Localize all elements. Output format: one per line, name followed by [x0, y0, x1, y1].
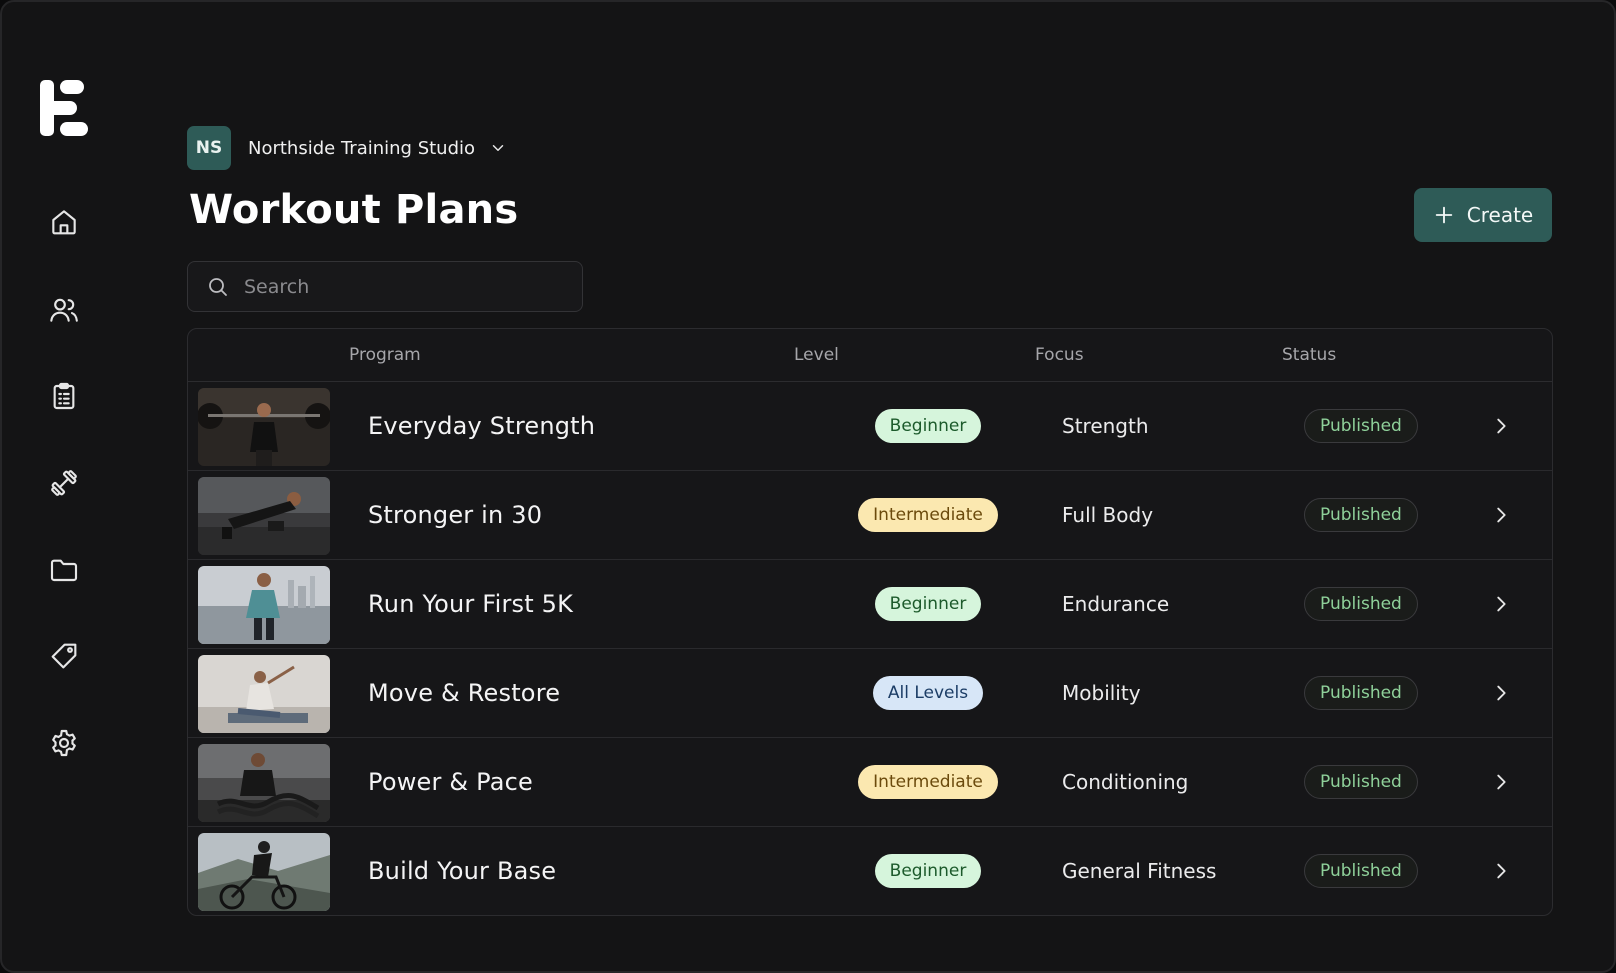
sidebar-item-clients[interactable] [42, 288, 86, 332]
program-name: Power & Pace [368, 768, 533, 796]
program-thumbnail [198, 388, 330, 466]
sidebar-item-exercises[interactable] [42, 461, 86, 505]
status-badge: Published [1304, 587, 1418, 621]
status-badge: Published [1304, 676, 1418, 710]
chevron-right-icon[interactable] [1490, 860, 1512, 882]
table-row[interactable]: Build Your Base Beginner General Fitness… [188, 827, 1552, 915]
search-icon [209, 277, 227, 296]
level-cell: Intermediate [858, 498, 998, 532]
sidebar-item-home[interactable] [42, 200, 86, 244]
program-name: Move & Restore [368, 679, 561, 707]
program-thumbnail [198, 744, 330, 822]
status-badge: Published [1304, 765, 1418, 799]
workspace-avatar: NS [187, 126, 231, 170]
program-name: Run Your First 5K [368, 590, 574, 618]
app-logo[interactable] [40, 80, 88, 136]
sidebar [2, 2, 132, 971]
sidebar-item-settings[interactable] [42, 721, 86, 765]
program-name: Build Your Base [368, 857, 557, 885]
search-box[interactable] [187, 261, 583, 312]
home-icon [52, 210, 76, 235]
chevron-right-icon[interactable] [1490, 682, 1512, 704]
level-badge: Beginner [874, 409, 982, 443]
level-cell: Beginner [858, 587, 998, 621]
status-badge: Published [1304, 409, 1418, 443]
chevron-right-icon[interactable] [1490, 771, 1512, 793]
dumbbell-icon [51, 470, 77, 496]
logo-mark [40, 80, 88, 136]
level-badge: Intermediate [858, 765, 998, 799]
level-badge: Beginner [874, 587, 982, 621]
table-row[interactable]: Power & Pace Intermediate Conditioning P… [188, 738, 1552, 827]
folder-icon [50, 559, 78, 582]
chevron-right-icon[interactable] [1490, 415, 1512, 437]
level-cell: Intermediate [858, 765, 998, 799]
table-row[interactable]: Everyday Strength Beginner Strength Publ… [188, 382, 1552, 471]
workspace-switcher[interactable]: NS Northside Training Studio [187, 126, 507, 170]
focus-text: Strength [1062, 414, 1149, 438]
column-header-status[interactable]: Status [1282, 345, 1336, 365]
program-name: Everyday Strength [368, 412, 596, 440]
column-header-level[interactable]: Level [794, 345, 839, 365]
table-header: Program Level Focus Status [188, 329, 1552, 382]
chevron-right-icon[interactable] [1490, 504, 1512, 526]
table-row[interactable]: Move & Restore All Levels Mobility Publi… [188, 649, 1552, 738]
table-row[interactable]: Stronger in 30 Intermediate Full Body Pu… [188, 471, 1552, 560]
search-input[interactable] [242, 274, 562, 299]
focus-text: Full Body [1062, 503, 1154, 527]
level-badge: Intermediate [858, 498, 998, 532]
sidebar-item-tags[interactable] [42, 634, 86, 678]
focus-text: Endurance [1062, 592, 1170, 616]
program-thumbnail [198, 566, 330, 644]
chevron-down-icon [489, 139, 507, 157]
focus-text: Conditioning [1062, 770, 1189, 794]
program-thumbnail [198, 833, 330, 911]
table-row[interactable]: Run Your First 5K Beginner Endurance Pub… [188, 560, 1552, 649]
workout-plans-table: Program Level Focus Status Everyday Stre [187, 328, 1553, 916]
sidebar-item-plans[interactable] [42, 374, 86, 418]
level-cell: Beginner [858, 409, 998, 443]
tag-icon [51, 643, 77, 669]
clipboard-icon [53, 382, 75, 410]
focus-text: Mobility [1062, 681, 1141, 705]
level-cell: All Levels [858, 676, 998, 710]
plus-icon [1435, 206, 1453, 224]
level-badge: Beginner [874, 854, 982, 888]
program-thumbnail [198, 655, 330, 733]
status-badge: Published [1304, 854, 1418, 888]
app-window: NS Northside Training Studio Workout Pla… [0, 0, 1616, 973]
gear-icon [52, 729, 76, 757]
level-badge: All Levels [872, 676, 984, 710]
program-name: Stronger in 30 [368, 501, 543, 529]
column-header-focus[interactable]: Focus [1035, 345, 1084, 365]
users-icon [50, 298, 78, 322]
chevron-right-icon[interactable] [1490, 593, 1512, 615]
level-cell: Beginner [858, 854, 998, 888]
program-thumbnail [198, 477, 330, 555]
focus-text: General Fitness [1062, 859, 1217, 883]
page-title: Workout Plans [189, 187, 519, 233]
create-button-label: Create [1466, 203, 1534, 227]
create-button[interactable]: Create [1414, 188, 1552, 242]
sidebar-item-library[interactable] [42, 548, 86, 592]
workspace-name: Northside Training Studio [248, 137, 476, 159]
status-badge: Published [1304, 498, 1418, 532]
column-header-program[interactable]: Program [349, 345, 421, 365]
